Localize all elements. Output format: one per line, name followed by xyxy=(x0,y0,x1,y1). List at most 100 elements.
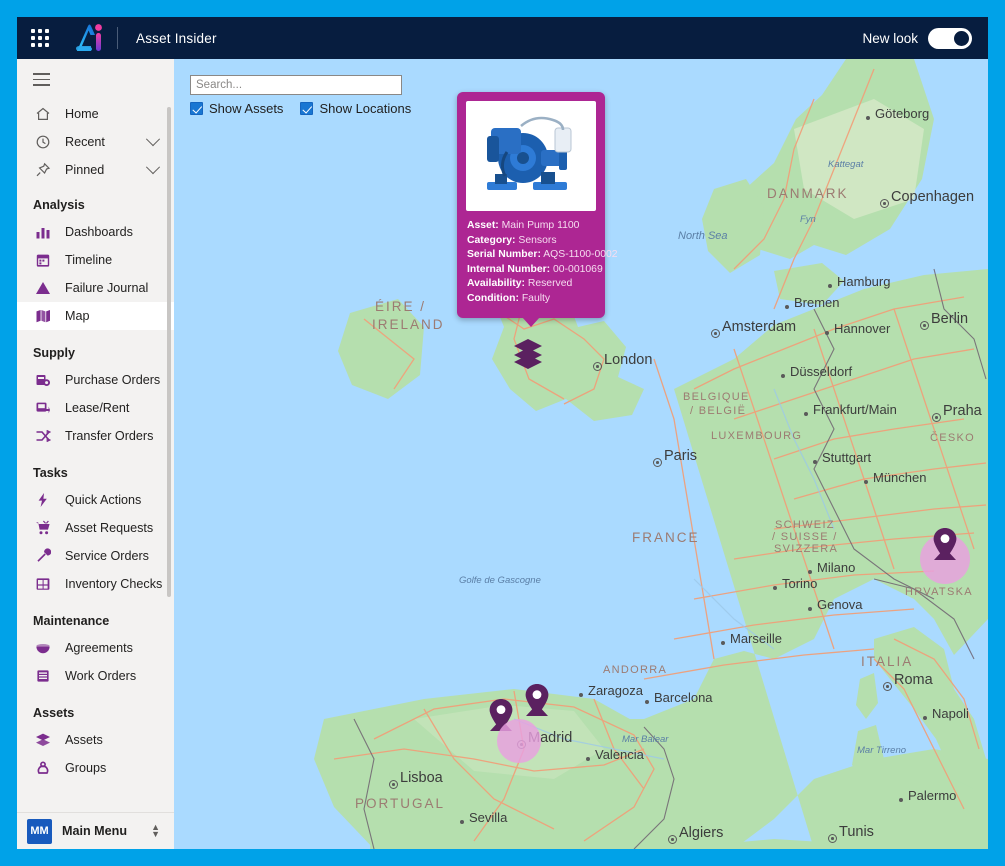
chevron-down-icon[interactable] xyxy=(145,131,161,147)
logo-divider xyxy=(117,27,118,49)
city-marker-dot xyxy=(781,374,785,378)
triangle-icon xyxy=(33,280,53,296)
sidebar-item-label: Map xyxy=(65,308,90,323)
city-marker-dot xyxy=(813,460,817,464)
sidebar-item-service-orders[interactable]: Service Orders xyxy=(17,542,174,570)
new-look-toggle[interactable] xyxy=(928,27,972,49)
checkbox-box-locations[interactable] xyxy=(300,102,314,115)
location-pin-croatia[interactable] xyxy=(931,527,959,566)
sidebar-group-title: Tasks xyxy=(33,465,68,480)
sidebar-item-label: Assets xyxy=(65,732,103,747)
sidebar-item-label: Home xyxy=(65,106,99,121)
city-marker-dot xyxy=(825,331,829,335)
sidebar-item-label: Inventory Checks xyxy=(65,576,163,591)
up-down-caret-icon[interactable]: ▲ ▼ xyxy=(151,823,160,839)
capital-marker-dot xyxy=(932,413,941,422)
main-menu-footer[interactable]: MM Main Menu ▲ ▼ xyxy=(17,812,174,849)
show-locations-checkbox[interactable]: Show Locations xyxy=(300,101,411,116)
sidebar-item-dashboards[interactable]: Dashboards xyxy=(17,218,174,246)
popup-pointer-arrow xyxy=(522,316,540,327)
sidebar-groups: Analysis Dashboards Timeline Failure Journa… xyxy=(17,184,174,782)
group-icon xyxy=(33,760,53,776)
sidebar-item-timeline[interactable]: Timeline xyxy=(17,246,174,274)
sidebar-item-label: Service Orders xyxy=(65,548,149,563)
show-assets-checkbox[interactable]: Show Assets xyxy=(190,101,283,116)
sidebar-item-quick-actions[interactable]: Quick Actions xyxy=(17,486,174,514)
sidebar-item-label: Transfer Orders xyxy=(65,428,154,443)
sidebar-item-label: Failure Journal xyxy=(65,280,149,295)
sidebar-item-failure-journal[interactable]: Failure Journal xyxy=(17,274,174,302)
sidebar-item-groups[interactable]: Groups xyxy=(17,754,174,782)
asset-field-value: 00-001069 xyxy=(553,263,603,275)
document-icon xyxy=(33,668,53,684)
show-locations-label: Show Locations xyxy=(319,101,412,116)
show-assets-label: Show Assets xyxy=(209,101,284,116)
sidebar-item-inventory-checks[interactable]: Inventory Checks xyxy=(17,570,174,598)
capital-marker-dot xyxy=(711,329,720,338)
search-input[interactable] xyxy=(190,75,402,95)
sidebar-top-items: Home Recent Pinned xyxy=(17,100,174,184)
topbar-right-group: New look xyxy=(862,27,972,49)
new-look-label: New look xyxy=(862,30,918,46)
city-marker-dot xyxy=(721,641,725,645)
sidebar-item-label: Pinned xyxy=(65,162,105,177)
capital-marker-dot xyxy=(883,682,892,691)
transfer-icon xyxy=(33,428,53,444)
chevron-down-icon[interactable] xyxy=(145,159,161,175)
city-marker-dot xyxy=(460,820,464,824)
sidebar-item-label: Work Orders xyxy=(65,668,137,683)
asset-cluster-uk[interactable] xyxy=(512,337,544,376)
industrial-pump-photo xyxy=(466,101,596,211)
city-marker-dot xyxy=(645,700,649,704)
sidebar-scrollbar[interactable] xyxy=(167,107,171,597)
asset-field-value: Faulty xyxy=(521,292,551,304)
lightning-icon xyxy=(33,492,53,508)
asset-field-key: Availability: xyxy=(467,278,525,290)
sidebar-item-purchase-orders[interactable]: Purchase Orders xyxy=(17,366,174,394)
handshake-icon xyxy=(33,640,53,656)
sidebar-item-label: Purchase Orders xyxy=(65,372,161,387)
asset-field-key: Condition: xyxy=(467,292,519,304)
sidebar-item-home[interactable]: Home xyxy=(17,100,174,128)
sidebar-item-work-orders[interactable]: Work Orders xyxy=(17,662,174,690)
sidebar-item-transfer-orders[interactable]: Transfer Orders xyxy=(17,422,174,450)
app-title: Asset Insider xyxy=(136,30,217,46)
clock-icon xyxy=(33,134,53,150)
asset-field-value: AQS-1100-0002 xyxy=(543,249,618,261)
capital-marker-dot xyxy=(920,321,929,330)
clipboard-icon xyxy=(33,576,53,592)
sidebar-item-label: Recent xyxy=(65,134,105,149)
sidebar-item-agreements[interactable]: Agreements xyxy=(17,634,174,662)
sidebar-item-label: Lease/Rent xyxy=(65,400,130,415)
app-launcher-icon[interactable] xyxy=(31,29,49,47)
sidebar-item-assets[interactable]: Assets xyxy=(17,726,174,754)
wrench-icon xyxy=(33,548,53,564)
asset-field-key: Internal Number: xyxy=(467,263,551,275)
asset-field-key: Category: xyxy=(467,234,516,246)
sidebar-item-recent[interactable]: Recent xyxy=(17,128,174,156)
sidebar-item-lease-rent[interactable]: Lease/Rent xyxy=(17,394,174,422)
sidebar-item-label: Agreements xyxy=(65,640,133,655)
lease-rent-icon xyxy=(33,400,53,416)
map-canvas[interactable]: Göteborg Copenhagen Hamburg Bremen Berlin Han… xyxy=(174,59,988,849)
sidebar-item-asset-requests[interactable]: Asset Requests xyxy=(17,514,174,542)
city-marker-dot xyxy=(785,305,789,309)
sidebar-group-title: Assets xyxy=(33,705,75,720)
location-pin-spain-2[interactable] xyxy=(523,683,551,722)
asset-info-popup[interactable]: Asset: Main Pump 1100 Category: Sensors Se… xyxy=(457,92,618,327)
layers-icon xyxy=(33,732,53,748)
capital-marker-dot xyxy=(828,834,837,843)
sidebar-item-label: Dashboards xyxy=(65,224,133,239)
asset-field-row: Serial Number: AQS-1100-0002 xyxy=(467,248,618,263)
sidebar-item-label: Timeline xyxy=(65,252,113,267)
sidebar-item-label: Quick Actions xyxy=(65,492,142,507)
checkbox-box-assets[interactable] xyxy=(190,102,203,115)
sidebar-item-pinned[interactable]: Pinned xyxy=(17,156,174,184)
city-marker-dot xyxy=(773,586,777,590)
city-marker-dot xyxy=(804,412,808,416)
hamburger-menu-icon[interactable] xyxy=(17,59,174,100)
sidebar-item-map[interactable]: Map xyxy=(17,301,174,330)
city-marker-dot xyxy=(864,480,868,484)
app-window: Asset Insider New look Home Recent Pinned … xyxy=(0,0,1005,866)
map-icon xyxy=(33,308,53,324)
